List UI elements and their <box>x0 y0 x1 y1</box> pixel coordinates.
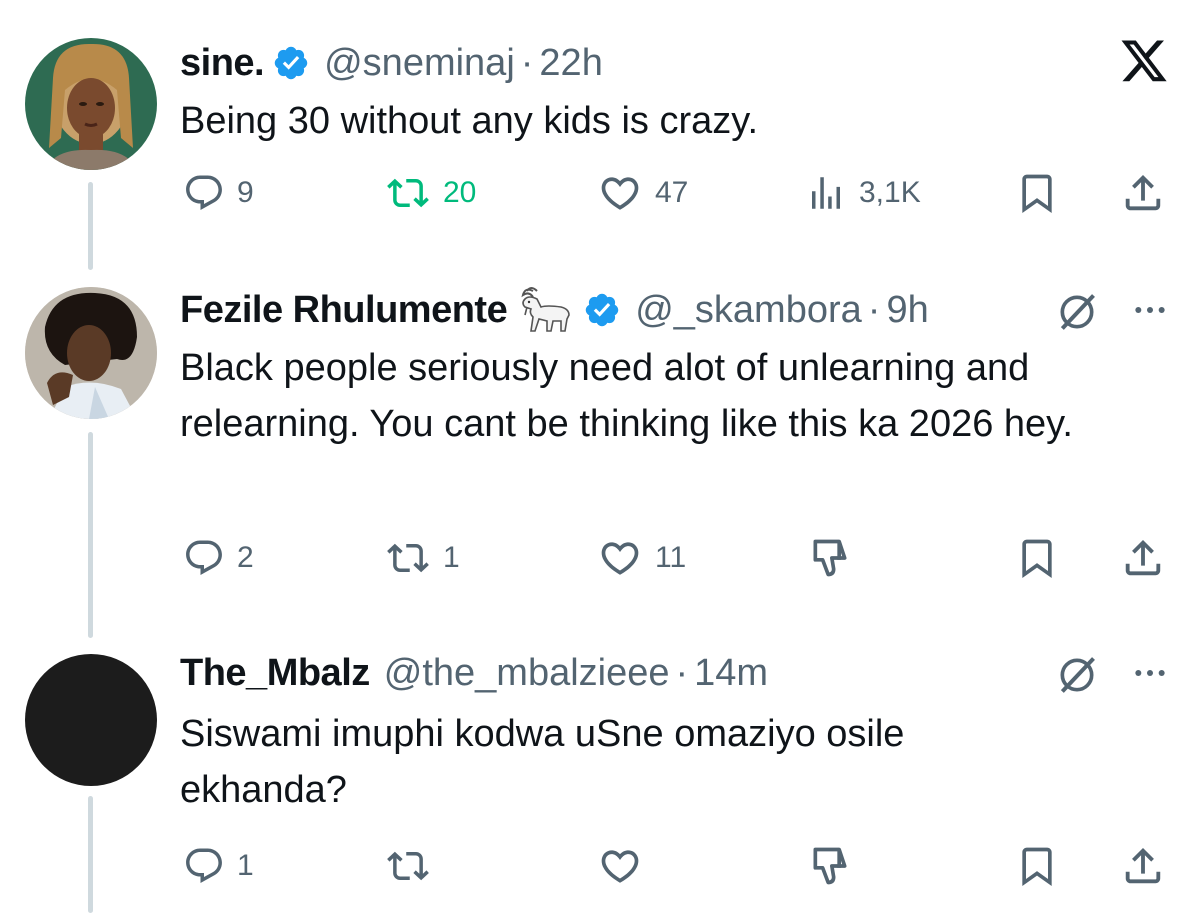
tweet-text: Being 30 without any kids is crazy. <box>180 100 759 142</box>
share-button[interactable] <box>1120 533 1166 583</box>
timestamp[interactable]: 9h <box>886 289 928 332</box>
reply-button[interactable]: 9 <box>183 168 254 218</box>
reply-bubble-icon <box>183 845 225 887</box>
views-count: 3,1K <box>859 176 921 209</box>
separator-dot: · <box>867 288 881 331</box>
share-upload-icon <box>1120 535 1166 581</box>
share-upload-icon <box>1120 843 1166 889</box>
share-button[interactable] <box>1120 168 1166 218</box>
heart-icon <box>597 536 643 580</box>
timestamp[interactable]: 14m <box>694 652 768 695</box>
retweet-count: 20 <box>443 176 477 209</box>
avatar[interactable] <box>25 654 157 786</box>
like-count: 11 <box>655 541 687 574</box>
tweet-actions: 2 1 11 <box>0 533 1199 583</box>
reply-count: 9 <box>237 176 254 209</box>
dislike-button[interactable] <box>808 533 852 583</box>
share-button[interactable] <box>1120 841 1166 891</box>
tweet-header: The_Mbalz @the_mbalzieee · 14m <box>180 648 768 698</box>
separator-dot: · <box>675 651 689 694</box>
bookmark-button[interactable] <box>1015 533 1059 583</box>
bookmark-button[interactable] <box>1015 841 1059 891</box>
grok-button[interactable] <box>1055 290 1099 339</box>
grok-slash-circle-icon <box>1055 653 1099 702</box>
more-dots-icon <box>1128 290 1172 335</box>
retweet-count: 1 <box>443 541 460 574</box>
reply-count: 2 <box>237 541 254 574</box>
thumbs-down-icon <box>808 536 852 580</box>
heart-icon <box>597 171 643 215</box>
retweet-button[interactable] <box>385 841 443 891</box>
reply-bubble-icon <box>183 172 225 214</box>
reply-count: 1 <box>237 849 254 882</box>
bookmark-icon <box>1015 844 1059 888</box>
share-upload-icon <box>1120 170 1166 216</box>
verified-badge-icon <box>272 44 310 82</box>
username-handle[interactable]: @_skambora <box>635 289 862 332</box>
retweet-icon <box>385 172 431 214</box>
tweet-actions: 1 <box>0 841 1199 891</box>
more-button[interactable] <box>1128 653 1172 698</box>
reply-button[interactable]: 1 <box>183 841 254 891</box>
display-name[interactable]: sine. <box>180 42 265 85</box>
verified-badge-icon <box>583 291 621 329</box>
like-count: 47 <box>655 176 689 209</box>
more-dots-icon <box>1128 653 1172 698</box>
retweet-button[interactable]: 20 <box>385 168 476 218</box>
views-button[interactable]: 3,1K <box>805 168 921 218</box>
reply-bubble-icon <box>183 537 225 579</box>
avatar[interactable] <box>25 38 157 170</box>
username-handle[interactable]: @the_mbalzieee <box>384 652 670 695</box>
like-button[interactable]: 11 <box>597 533 686 583</box>
thumbs-down-icon <box>808 844 852 888</box>
retweet-icon <box>385 845 431 887</box>
avatar[interactable] <box>25 287 157 419</box>
tweet-actions: 9 20 47 3,1K <box>0 168 1199 218</box>
like-button[interactable] <box>597 841 655 891</box>
goat-emoji <box>515 285 575 335</box>
username-handle[interactable]: @sneminaj <box>324 42 515 85</box>
tweet-text: Siswami imuphi kodwa uSne omaziyo osile … <box>180 713 905 811</box>
more-button[interactable] <box>1128 290 1172 335</box>
grok-slash-circle-icon <box>1055 290 1099 339</box>
bookmark-icon <box>1015 536 1059 580</box>
reply-button[interactable]: 2 <box>183 533 254 583</box>
retweet-icon <box>385 537 431 579</box>
bookmark-icon <box>1015 171 1059 215</box>
tweet-text: Black people seriously need alot of unle… <box>180 347 1073 445</box>
dislike-button[interactable] <box>808 841 852 891</box>
like-button[interactable]: 47 <box>597 168 688 218</box>
x-logo-icon[interactable] <box>1118 40 1170 86</box>
tweet-header: Fezile Rhulumente @_skambora · 9h <box>180 285 929 335</box>
heart-icon <box>597 844 643 888</box>
retweet-button[interactable]: 1 <box>385 533 460 583</box>
separator-dot: · <box>520 41 534 84</box>
timestamp[interactable]: 22h <box>539 42 602 85</box>
display-name[interactable]: Fezile Rhulumente <box>180 289 508 332</box>
display-name[interactable]: The_Mbalz <box>180 652 370 695</box>
views-bar-chart-icon <box>805 172 847 214</box>
grok-button[interactable] <box>1055 653 1099 702</box>
tweet-header: sine. @sneminaj · 22h <box>180 38 603 88</box>
bookmark-button[interactable] <box>1015 168 1059 218</box>
